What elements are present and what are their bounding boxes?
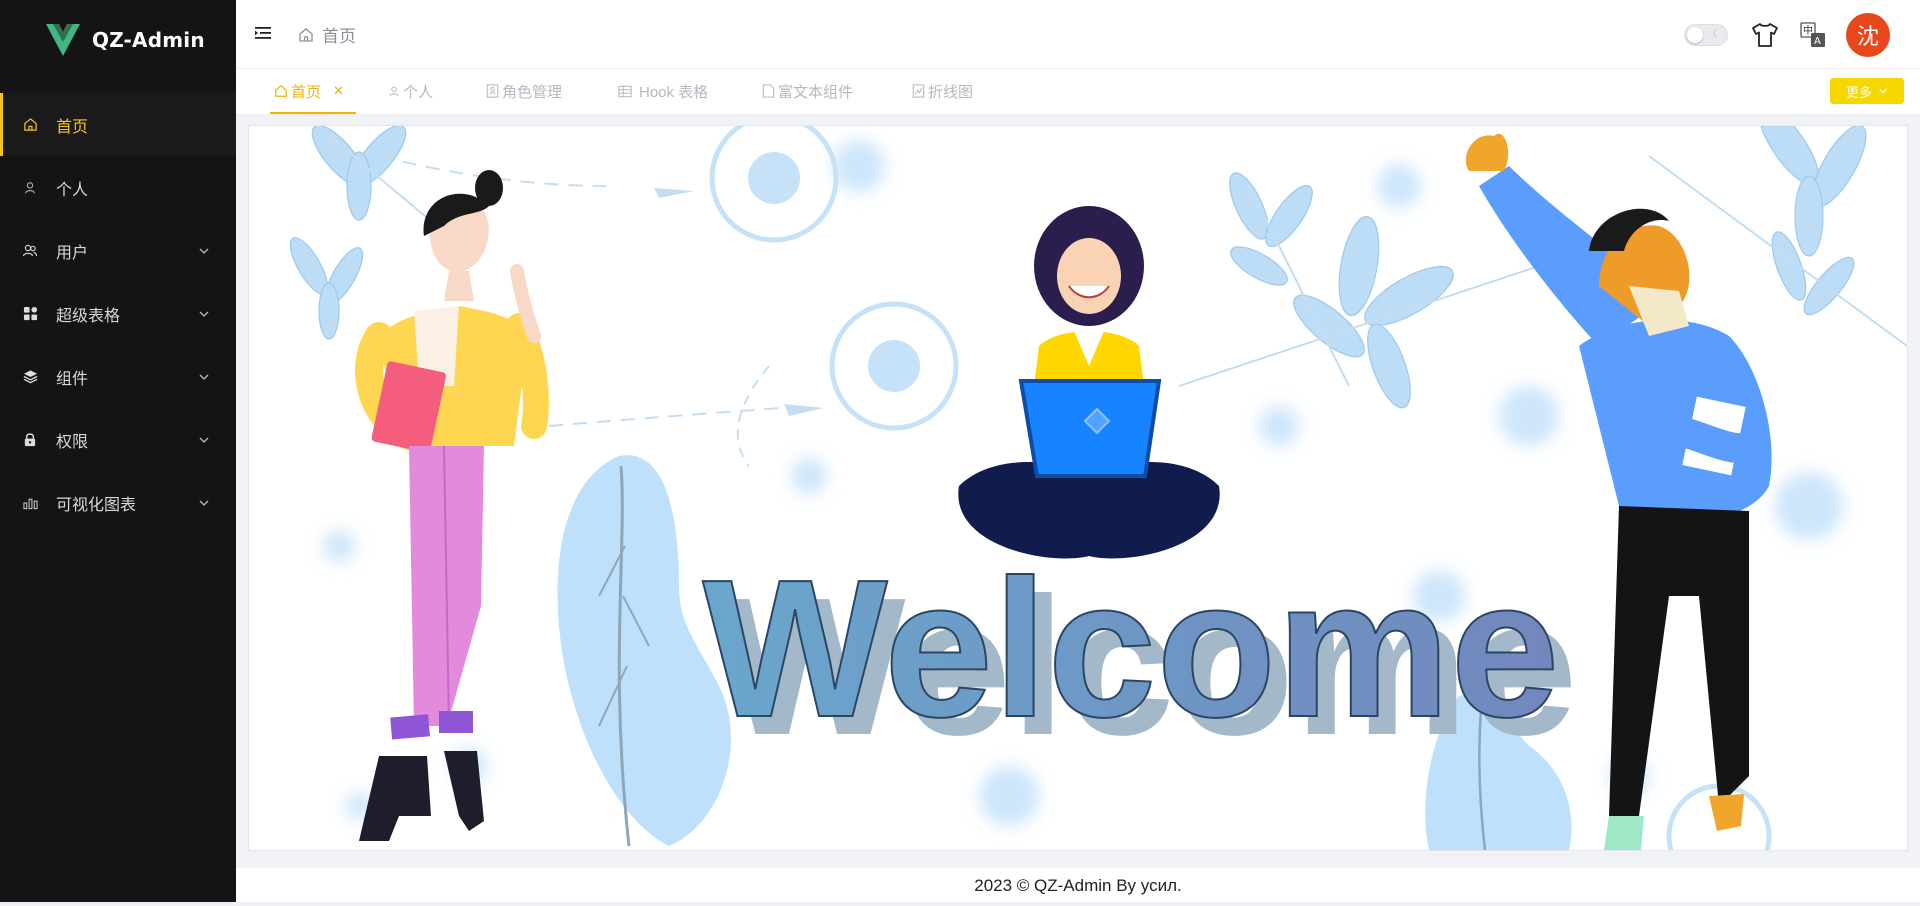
sidebar-item-label: 个人 xyxy=(56,181,89,199)
sidebar-item-label: 可视化图表 xyxy=(56,496,137,514)
user-icon xyxy=(389,86,399,96)
tabs-bar: 首页 ✕ 个人 角色管理 Hook 表格 富文本组件 折线图 更多 xyxy=(236,69,1920,115)
footer: 2023 © QZ-Admin By усил. xyxy=(236,868,1920,904)
tab-label: 首页 xyxy=(291,83,322,101)
sidebar-item-super-table[interactable]: 超级表格 xyxy=(0,282,236,345)
tab-roles[interactable]: 角色管理 xyxy=(486,69,562,113)
users-icon xyxy=(22,243,38,259)
tab-label: 富文本组件 xyxy=(778,83,854,101)
tab-hook-table[interactable]: Hook 表格 xyxy=(618,69,708,113)
user-icon xyxy=(22,180,38,196)
chevron-down-icon xyxy=(199,374,209,380)
document-icon xyxy=(762,84,775,98)
theme-toggle[interactable]: ☾ xyxy=(1684,24,1728,46)
tab-home[interactable]: 首页 ✕ xyxy=(270,69,356,114)
chevron-down-icon xyxy=(199,500,209,506)
shirt-icon xyxy=(1752,23,1778,47)
theme-skin-button[interactable] xyxy=(1750,20,1780,50)
toggle-knob xyxy=(1687,27,1703,43)
home-icon xyxy=(299,27,313,42)
grid-icon xyxy=(22,306,38,322)
moon-icon: ☾ xyxy=(1712,29,1721,40)
close-icon[interactable]: ✕ xyxy=(333,83,344,99)
tab-profile[interactable]: 个人 xyxy=(388,69,433,113)
sidebar-menu: 首页 个人 用户 超级表格 组件 权限 可视化图表 xyxy=(0,93,236,534)
home-icon xyxy=(275,84,287,97)
header-tools: ☾ 中 A 沈 xyxy=(1684,13,1890,57)
sidebar-item-label: 超级表格 xyxy=(56,307,121,325)
welcome-panel: Welcome Welcome xyxy=(248,125,1908,851)
layers-icon xyxy=(22,369,38,385)
welcome-title: Welcome xyxy=(703,539,1560,758)
chevron-down-icon xyxy=(199,248,209,254)
bottom-strip xyxy=(0,902,1920,906)
sidebar-item-label: 权限 xyxy=(56,433,89,451)
footer-copyright: 2023 © QZ-Admin By усил. xyxy=(974,876,1182,895)
top-header: 首页 ☾ 中 A 沈 xyxy=(236,0,1920,69)
more-tabs-button[interactable]: 更多 xyxy=(1830,78,1904,104)
bar-chart-icon xyxy=(22,495,38,511)
line-chart-icon xyxy=(912,84,925,98)
tab-label: 折线图 xyxy=(928,83,974,101)
lock-icon xyxy=(22,432,38,448)
paper-plane-icon xyxy=(784,404,824,416)
paper-plane-icon xyxy=(654,188,694,198)
role-icon xyxy=(486,84,499,98)
chevron-down-icon xyxy=(1879,88,1887,94)
breadcrumb[interactable]: 首页 xyxy=(298,22,356,47)
tab-label: Hook 表格 xyxy=(639,83,709,101)
sidebar-item-profile[interactable]: 个人 xyxy=(0,156,236,219)
logo-icon xyxy=(46,24,80,56)
logo[interactable]: QZ-Admin xyxy=(0,0,236,80)
chevron-down-icon xyxy=(199,437,209,443)
sidebar-item-charts[interactable]: 可视化图表 xyxy=(0,471,236,534)
home-icon xyxy=(22,117,38,133)
sidebar-item-label: 用户 xyxy=(56,244,89,262)
svg-text:A: A xyxy=(1814,36,1821,47)
sidebar-item-components[interactable]: 组件 xyxy=(0,345,236,408)
tab-label: 角色管理 xyxy=(502,83,563,101)
chevron-down-icon xyxy=(199,311,209,317)
breadcrumb-item: 首页 xyxy=(322,27,356,46)
menu-fold-icon[interactable] xyxy=(254,24,272,42)
tab-label: 个人 xyxy=(403,83,434,101)
tab-rich-text[interactable]: 富文本组件 xyxy=(762,69,853,113)
app-name: QZ-Admin xyxy=(92,28,205,52)
sidebar-item-permissions[interactable]: 权限 xyxy=(0,408,236,471)
sidebar-item-label: 组件 xyxy=(56,370,89,388)
welcome-text: Welcome Welcome xyxy=(702,538,1578,776)
welcome-illustration: Welcome Welcome xyxy=(289,126,1907,850)
table-icon xyxy=(618,85,632,97)
tab-line-chart[interactable]: 折线图 xyxy=(912,69,973,113)
more-button-label: 更多 xyxy=(1845,84,1872,100)
avatar[interactable]: 沈 xyxy=(1846,13,1890,57)
person-with-laptop-figure xyxy=(958,206,1220,559)
language-button[interactable]: 中 A xyxy=(1798,20,1828,50)
sidebar: QZ-Admin 首页 个人 用户 超级表格 组件 权限 可视化图表 xyxy=(0,0,236,906)
sidebar-item-home[interactable]: 首页 xyxy=(0,93,236,156)
sidebar-item-label: 首页 xyxy=(56,118,89,136)
translate-icon: 中 A xyxy=(1800,22,1825,47)
woman-figure xyxy=(355,170,549,841)
sidebar-item-users[interactable]: 用户 xyxy=(0,219,236,282)
